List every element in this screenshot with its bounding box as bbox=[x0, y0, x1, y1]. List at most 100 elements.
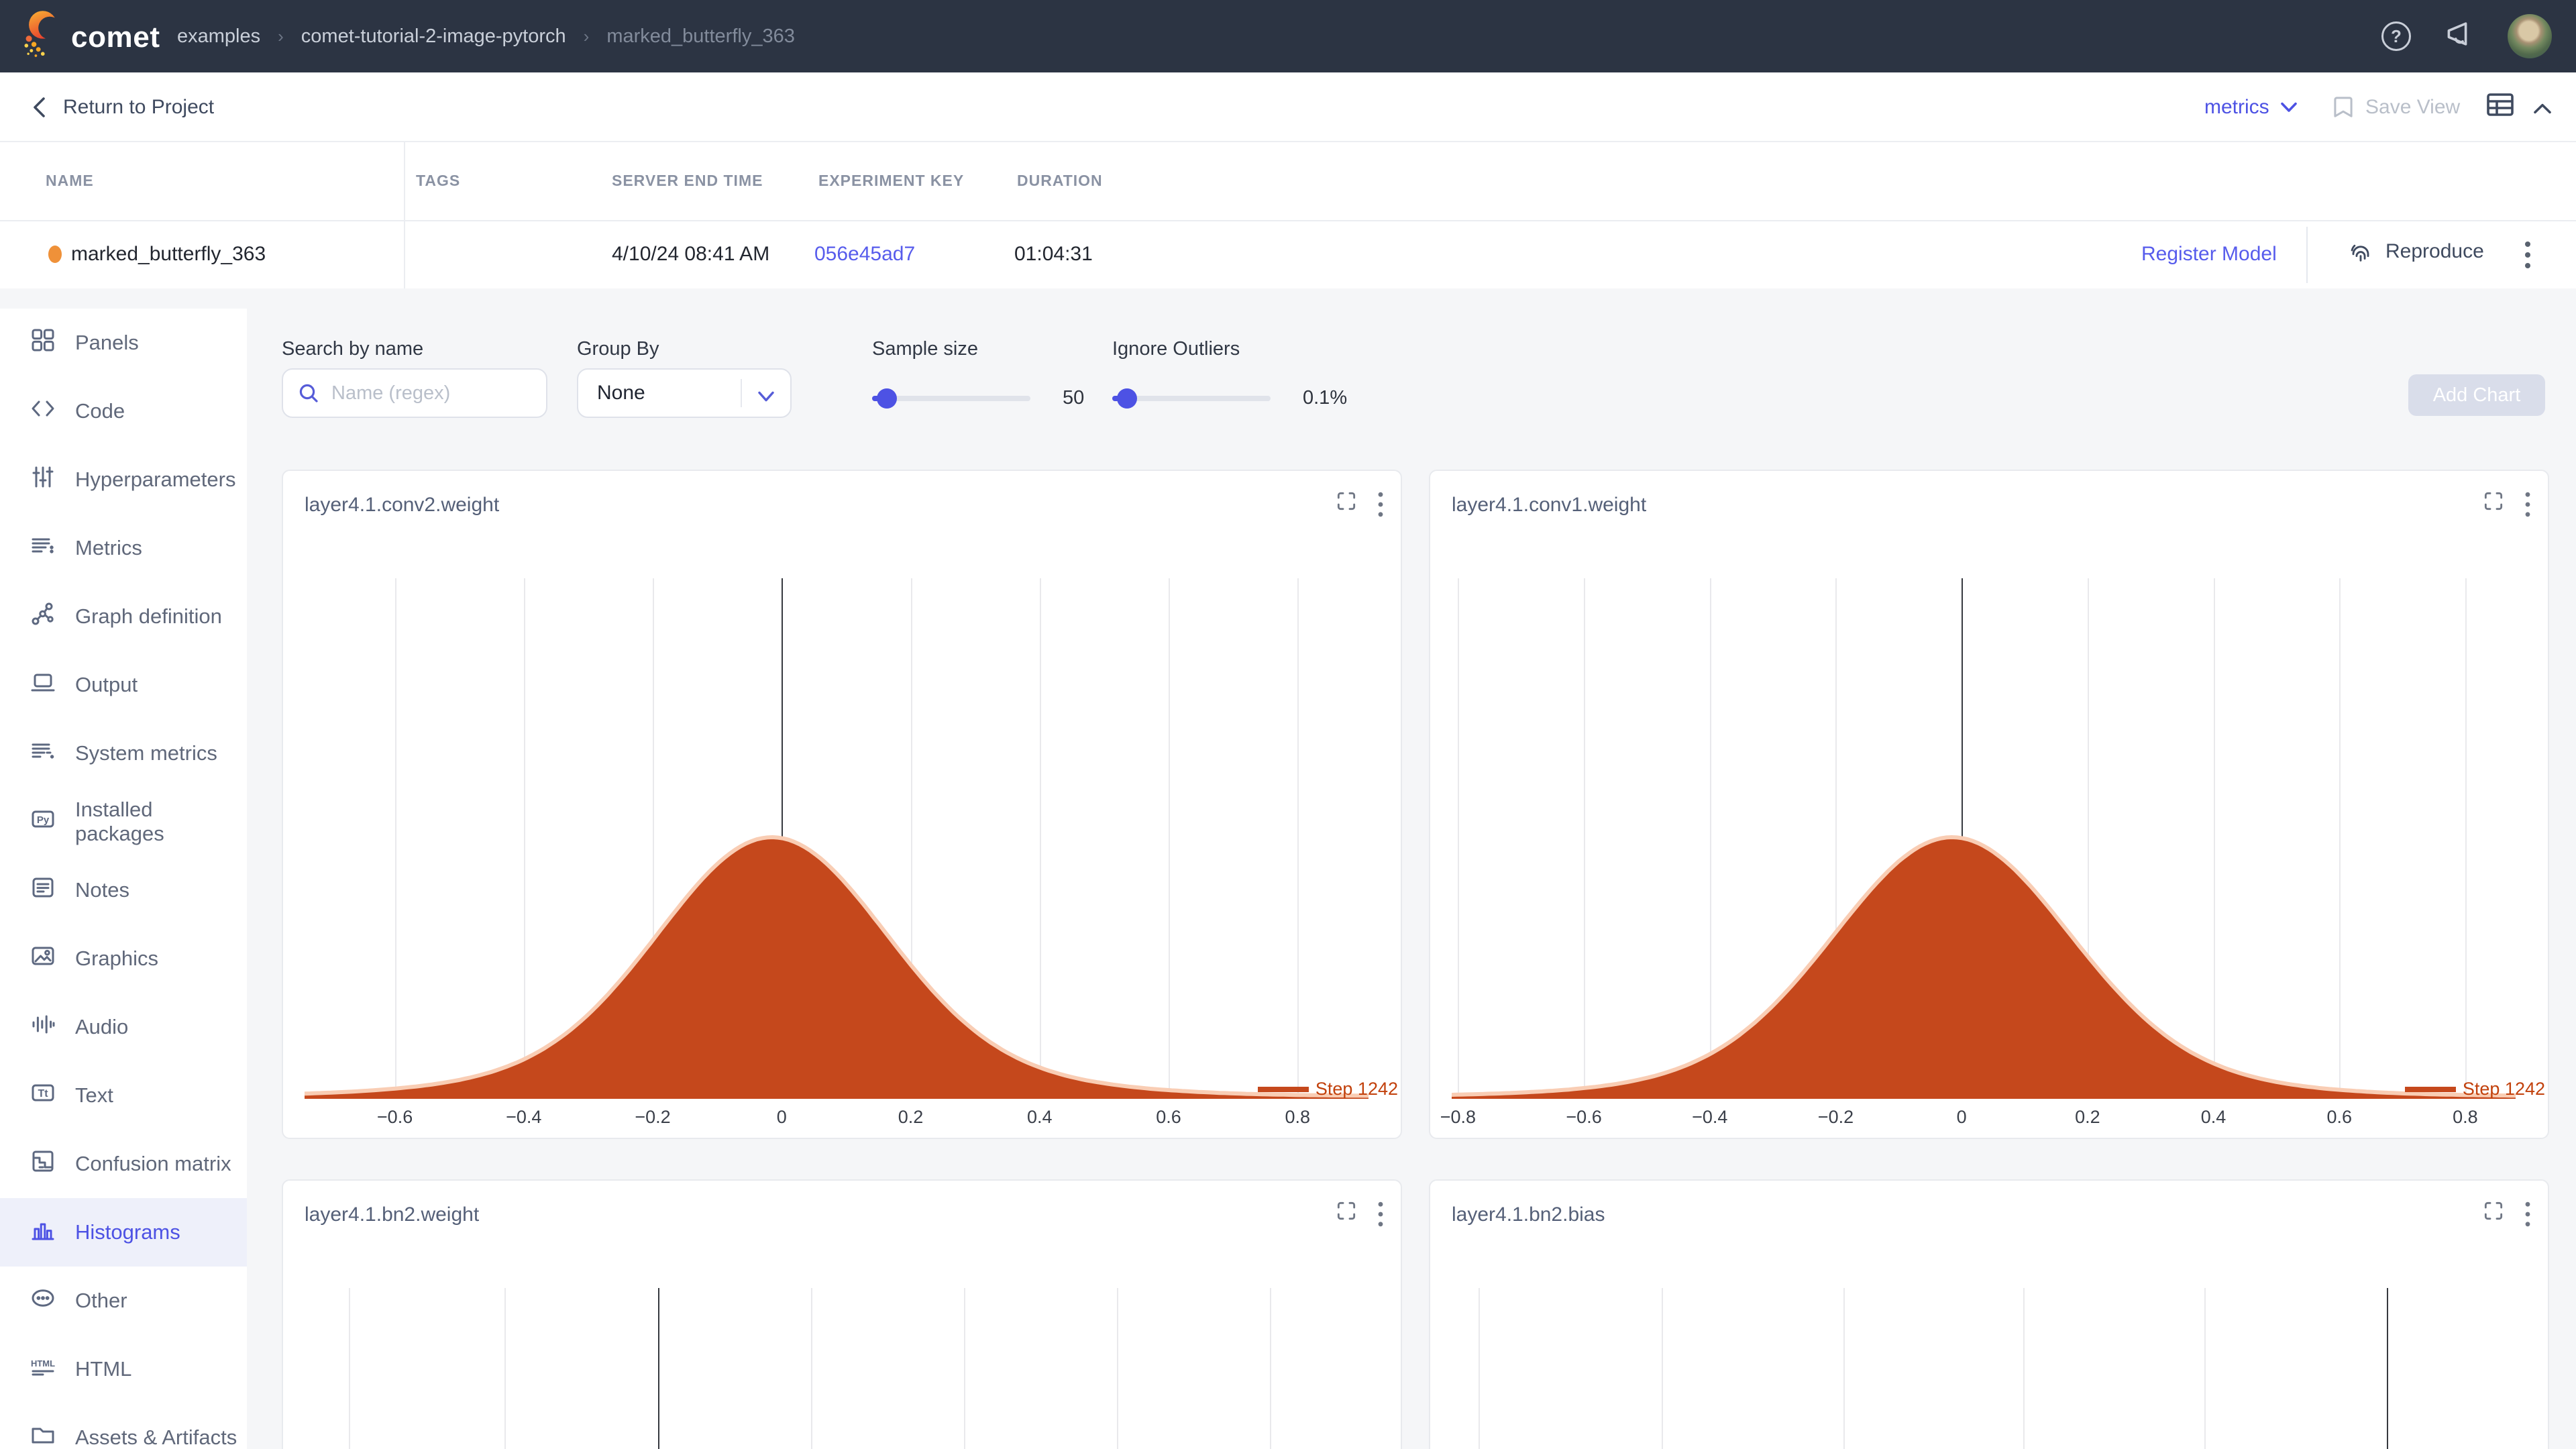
sidebar-item-assets-artifacts[interactable]: Assets & Artifacts bbox=[0, 1403, 247, 1449]
reproduce-button[interactable]: Reproduce bbox=[2348, 239, 2484, 264]
x-axis-tick: 0.6 bbox=[1156, 1107, 1181, 1128]
top-navbar: comet examples › comet-tutorial-2-image-… bbox=[0, 0, 2576, 72]
sidebar-item-hyperparameters[interactable]: Hyperparameters bbox=[0, 445, 247, 514]
experiment-key-link[interactable]: 056e45ad7 bbox=[814, 243, 915, 266]
gridline bbox=[964, 1288, 965, 1449]
plot-area bbox=[1452, 1288, 2516, 1449]
chevron-down-icon bbox=[757, 386, 775, 409]
expand-icon[interactable] bbox=[2483, 491, 2504, 517]
other-icon bbox=[30, 1285, 56, 1317]
gridline bbox=[349, 1288, 350, 1449]
charts-grid: layer4.1.conv2.weight −0.6−0.4−0.200.20.… bbox=[282, 470, 2549, 1449]
col-server-end-time: SERVER END TIME bbox=[612, 172, 763, 190]
search-icon bbox=[297, 381, 321, 405]
announcements-icon[interactable] bbox=[2443, 17, 2475, 55]
x-axis-tick: 0.8 bbox=[2453, 1107, 2478, 1128]
fingerprint-icon bbox=[2348, 239, 2373, 264]
ignore-outliers-label: Ignore Outliers bbox=[1112, 338, 1347, 360]
x-axis-tick: −0.6 bbox=[1566, 1107, 1601, 1128]
chevron-left-icon bbox=[32, 97, 47, 118]
sidebar-item-system-metrics[interactable]: System metrics bbox=[0, 719, 247, 788]
sidebar-item-audio[interactable]: Audio bbox=[0, 993, 247, 1061]
sidebar-item-text[interactable]: Tt Text bbox=[0, 1061, 247, 1130]
sidebar-item-histograms[interactable]: Histograms bbox=[0, 1198, 247, 1267]
comet-logo[interactable]: comet bbox=[19, 8, 160, 67]
x-axis-tick: −0.2 bbox=[1818, 1107, 1854, 1128]
chevron-down-icon bbox=[2280, 101, 2298, 113]
x-axis-tick: 0.2 bbox=[2075, 1107, 2100, 1128]
audio-icon bbox=[30, 1011, 56, 1043]
experiment-status-dot bbox=[48, 246, 62, 263]
save-view-button[interactable]: Save View bbox=[2332, 72, 2460, 142]
x-axis-tick: 0 bbox=[1957, 1107, 1967, 1128]
breadcrumb-project[interactable]: comet-tutorial-2-image-pytorch bbox=[301, 25, 566, 48]
sidebar-item-installed-packages[interactable]: Py Installed packages bbox=[0, 788, 247, 856]
collapse-table-icon[interactable] bbox=[2533, 95, 2552, 120]
chart-menu-kebab-icon[interactable] bbox=[2524, 1201, 2532, 1233]
sidebar-item-panels[interactable]: Panels bbox=[0, 309, 247, 377]
slider-thumb[interactable] bbox=[877, 388, 897, 409]
brand-name: comet bbox=[71, 21, 160, 54]
user-avatar[interactable] bbox=[2508, 14, 2552, 58]
view-selector-dropdown[interactable]: metrics bbox=[2204, 72, 2298, 142]
histogram-panel: layer4.1.bn2.weight bbox=[282, 1179, 1402, 1449]
return-to-project-button[interactable]: Return to Project bbox=[32, 72, 214, 142]
sidebar-item-code[interactable]: Code bbox=[0, 377, 247, 445]
sidebar-item-html[interactable]: HTML HTML bbox=[0, 1335, 247, 1403]
expand-icon[interactable] bbox=[1336, 491, 1356, 517]
sidebar-item-notes[interactable]: Notes bbox=[0, 856, 247, 924]
ignore-outliers-control: Ignore Outliers 0.1% bbox=[1112, 338, 1347, 409]
expand-icon[interactable] bbox=[2483, 1201, 2504, 1226]
chart-menu-kebab-icon[interactable] bbox=[1377, 1201, 1385, 1233]
x-axis-tick: −0.4 bbox=[1692, 1107, 1727, 1128]
sample-size-control: Sample size 50 bbox=[872, 338, 1084, 409]
sidebar-item-confusion-matrix[interactable]: Confusion matrix bbox=[0, 1130, 247, 1198]
add-chart-button[interactable]: Add Chart bbox=[2408, 374, 2545, 416]
group-by-select[interactable]: None bbox=[577, 368, 792, 418]
experiment-end-time: 4/10/24 08:41 AM bbox=[612, 243, 769, 266]
code-icon bbox=[30, 395, 56, 427]
plot-area bbox=[305, 1288, 1368, 1449]
x-axis-tick: 0.4 bbox=[1027, 1107, 1053, 1128]
col-tags: TAGS bbox=[416, 172, 460, 190]
density-curve bbox=[1452, 578, 2516, 1099]
comet-logo-icon bbox=[19, 8, 62, 67]
panels-icon bbox=[30, 327, 56, 359]
chart-menu-kebab-icon[interactable] bbox=[2524, 491, 2532, 523]
sidebar: Panels Code Hyperparameters Metrics Grap… bbox=[0, 309, 247, 1449]
sidebar-item-graphics[interactable]: Graphics bbox=[0, 924, 247, 993]
chart-menu-kebab-icon[interactable] bbox=[1377, 491, 1385, 523]
ignore-outliers-slider[interactable] bbox=[1112, 396, 1271, 401]
x-axis-tick: −0.8 bbox=[1440, 1107, 1476, 1128]
table-layout-icon[interactable] bbox=[2486, 93, 2514, 122]
row-menu-kebab-icon[interactable] bbox=[2516, 237, 2540, 278]
sidebar-item-output[interactable]: Output bbox=[0, 651, 247, 719]
sample-size-slider[interactable] bbox=[872, 396, 1030, 401]
search-control: Search by name bbox=[282, 338, 547, 418]
help-icon[interactable]: ? bbox=[2381, 21, 2411, 51]
gridline bbox=[1479, 1288, 1480, 1449]
search-input[interactable] bbox=[331, 382, 519, 405]
breadcrumb-workspace[interactable]: examples bbox=[177, 25, 260, 48]
experiment-table: NAME TAGS SERVER END TIME EXPERIMENT KEY… bbox=[0, 142, 2576, 288]
slider-thumb[interactable] bbox=[1117, 388, 1137, 409]
sidebar-item-graph-definition[interactable]: Graph definition bbox=[0, 582, 247, 651]
experiment-name[interactable]: marked_butterfly_363 bbox=[71, 243, 266, 266]
gridline bbox=[811, 1288, 812, 1449]
sidebar-item-metrics[interactable]: Metrics bbox=[0, 514, 247, 582]
gridline bbox=[2023, 1288, 2025, 1449]
expand-icon[interactable] bbox=[1336, 1201, 1356, 1226]
x-axis-tick: 0.2 bbox=[898, 1107, 924, 1128]
x-axis-tick: 0 bbox=[777, 1107, 787, 1128]
histogram-icon bbox=[30, 1216, 56, 1248]
histogram-panel: layer4.1.conv1.weight −0.8 −0.6 −0.4 −0.2 0 0… bbox=[1429, 470, 2549, 1139]
register-model-button[interactable]: Register Model bbox=[2141, 243, 2277, 266]
actions-divider bbox=[2306, 227, 2308, 283]
text-icon: Tt bbox=[30, 1079, 56, 1112]
sidebar-item-other[interactable]: Other bbox=[0, 1267, 247, 1335]
experiment-row: marked_butterfly_363 4/10/24 08:41 AM 05… bbox=[0, 221, 2576, 288]
chart-title: layer4.1.conv1.weight bbox=[1452, 494, 1646, 517]
python-icon: Py bbox=[30, 806, 56, 838]
x-axis-tick: 0.8 bbox=[1285, 1107, 1310, 1128]
chart-title: layer4.1.bn2.weight bbox=[305, 1203, 479, 1226]
